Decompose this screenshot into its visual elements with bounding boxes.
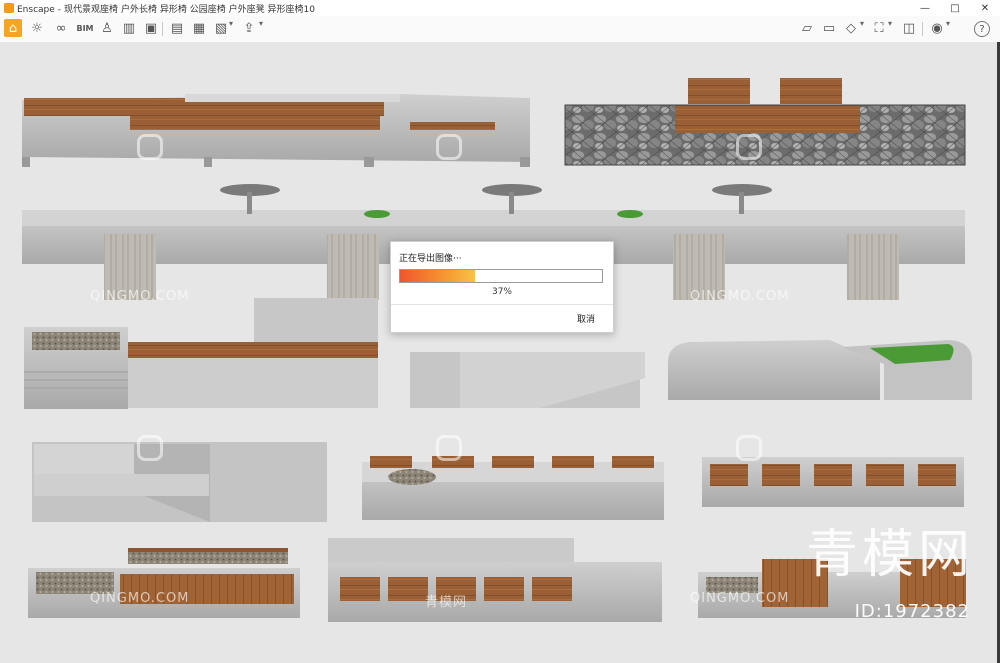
chevron-down-icon[interactable]: ▾ [229, 19, 233, 28]
watermark-logo-icon [436, 435, 462, 461]
title-part: 异形座椅10 [267, 4, 315, 15]
monitor-icon[interactable]: ▭ [820, 19, 838, 37]
watermark-logo-icon [736, 134, 762, 160]
image-export-icon[interactable]: ▤ [168, 19, 186, 37]
close-button[interactable]: ✕ [970, 0, 1000, 16]
walk-icon[interactable]: ⛶ [870, 19, 888, 37]
watermark-logo-icon [436, 134, 462, 160]
render-viewport[interactable]: QINGMO.COM QINGMO.COM QINGMO.COM 青模网 QIN… [0, 42, 1000, 663]
watermark-large-text: 青模网 [805, 525, 974, 585]
watermark-text: QINGMO.COM [690, 289, 790, 304]
cube-icon[interactable]: ◇ [842, 19, 860, 37]
progress-bar [399, 269, 603, 283]
eye-icon[interactable]: ◉ [928, 19, 946, 37]
vr-icon[interactable]: ◫ [900, 19, 918, 37]
title-part: 公园座椅 [189, 4, 226, 15]
toolbar-separator [922, 22, 923, 36]
sun-icon[interactable]: ☼ [28, 19, 46, 37]
toolbar: ⌂ ☼ ∞ BIM ♙ ▥ ▣ ▤ ▦ ▧ ▾ ⇪ ▾ ▱ ▭ ◇ ▾ ⛶ ▾ … [0, 16, 1000, 43]
help-icon[interactable]: ? [974, 21, 990, 37]
toolbar-separator [162, 22, 163, 36]
chevron-down-icon[interactable]: ▾ [259, 19, 263, 28]
dialog-divider [391, 304, 613, 305]
watermark-id: ID:1972382 [854, 601, 970, 622]
export-progress-dialog: 正在导出图像··· 37% 取消 [390, 241, 614, 333]
planter-slat-bench-model [28, 548, 300, 618]
watermark-logo-icon [736, 435, 762, 461]
home-icon[interactable]: ⌂ [4, 19, 22, 37]
cancel-button[interactable]: 取消 [577, 312, 595, 325]
slat-bench-model [362, 456, 664, 520]
title-part: 现代景观座椅 [64, 4, 119, 15]
minimize-button[interactable]: — [910, 0, 940, 16]
progress-percent: 37% [491, 287, 512, 297]
watermark-logo-icon [137, 435, 163, 461]
dialog-title: 正在导出图像··· [399, 254, 462, 264]
character-icon[interactable]: ♙ [98, 19, 116, 37]
glasses-icon[interactable]: ∞ [52, 19, 70, 37]
enscape-logo-icon [4, 3, 14, 13]
bim-icon[interactable]: BIM [76, 19, 94, 37]
title-part: 户外长椅 [120, 4, 157, 15]
backrest-bench-model [328, 538, 662, 622]
maximize-button[interactable]: □ [940, 0, 970, 16]
watermark-text: QINGMO.COM [90, 591, 190, 606]
chevron-down-icon[interactable]: ▾ [860, 19, 864, 28]
watermark-text: QINGMO.COM [690, 591, 790, 606]
chevron-down-icon[interactable]: ▾ [946, 19, 950, 28]
app-name: Enscape [17, 4, 55, 15]
window-title: Enscape - 现代景观座椅 户外长椅 异形椅 公园座椅 户外座凳 异形座椅10 [17, 4, 315, 15]
panorama-export-icon[interactable]: ▦ [190, 19, 208, 37]
batch-export-icon[interactable]: ▧ [212, 19, 230, 37]
title-part: 异形椅 [159, 4, 187, 15]
watermark-text: 青模网 [425, 595, 468, 610]
window-controls: — □ ✕ [910, 0, 1000, 16]
rounded-planter-bench-model [668, 340, 972, 400]
watermark-logo-icon [137, 134, 163, 160]
chevron-down-icon[interactable]: ▾ [888, 19, 892, 28]
title-part: 户外座凳 [228, 4, 265, 15]
corner-bench-model [32, 442, 327, 522]
asset-icon[interactable]: ▥ [120, 19, 138, 37]
map-icon[interactable]: ▱ [798, 19, 816, 37]
upload-icon[interactable]: ⇪ [240, 19, 258, 37]
gabion-bench-model [564, 78, 966, 166]
film-icon[interactable]: ▣ [142, 19, 160, 37]
block-bench-model [702, 457, 964, 507]
watermark-text: QINGMO.COM [90, 289, 190, 304]
title-bar: Enscape - 现代景观座椅 户外长椅 异形椅 公园座椅 户外座凳 异形座椅10… [0, 0, 1000, 16]
progress-fill [400, 270, 475, 282]
